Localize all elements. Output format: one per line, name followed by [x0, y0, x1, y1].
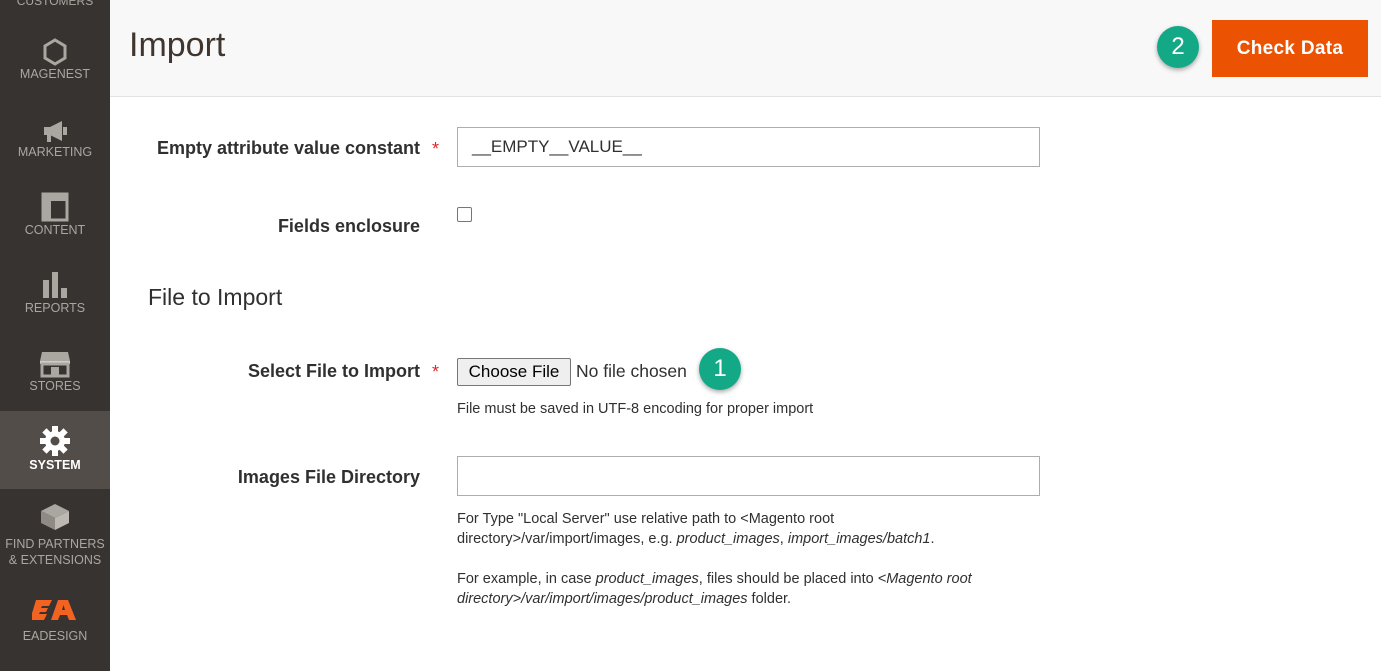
select-file-label: Select File to Import — [247, 361, 420, 381]
sidebar-item-magenest[interactable]: MAGENEST — [0, 30, 110, 96]
sidebar-item-marketing[interactable]: MARKETING — [0, 108, 110, 174]
page-header: Import 2 Check Data — [110, 0, 1381, 97]
utf8-note: File must be saved in UTF-8 encoding for… — [457, 401, 814, 417]
hexagon-icon — [43, 38, 67, 66]
storefront-icon — [40, 352, 70, 378]
sidebar-item-eadesign[interactable]: EADESIGN — [0, 592, 110, 662]
sidebar-item-label: STORES — [29, 379, 81, 393]
eadesign-logo-icon — [32, 600, 76, 620]
sidebar-item-label: EADESIGN — [22, 629, 88, 643]
sidebar-item-label: SYSTEM — [29, 458, 81, 472]
required-asterisk: * — [432, 139, 440, 159]
sidebar-item-label: CONTENT — [24, 223, 86, 237]
sidebar-item-label: & EXTENSIONS — [8, 553, 102, 567]
section-title: File to Import — [148, 284, 283, 310]
sidebar-item-reports[interactable]: REPORTS — [0, 264, 110, 330]
images-dir-note-1: For Type "Local Server" use relative pat… — [457, 511, 935, 547]
empty-attr-input[interactable]: __EMPTY__VALUE__ — [457, 127, 1040, 167]
sidebar-item-stores[interactable]: STORES — [0, 342, 110, 408]
empty-attr-label: Empty attribute value constant — [156, 138, 420, 158]
images-dir-label: Images File Directory — [237, 467, 420, 487]
sidebar-item-content[interactable]: CONTENT — [0, 186, 110, 252]
choose-file-button[interactable]: Choose File — [457, 358, 571, 386]
sidebar-item-find-partners[interactable]: FIND PARTNERS & EXTENSIONS — [0, 498, 110, 578]
blocks-icon — [41, 504, 69, 530]
sidebar-item-label: MAGENEST — [19, 67, 91, 81]
layout-icon — [41, 192, 69, 222]
images-dir-note-2: For example, in case product_images, fil… — [457, 571, 972, 607]
fields-enclosure-label: Fields enclosure — [277, 216, 420, 236]
page-title: Import — [129, 26, 226, 64]
check-data-button[interactable]: Check Data — [1212, 20, 1368, 77]
megaphone-icon — [44, 121, 67, 142]
sidebar-item-label: FIND PARTNERS — [5, 537, 105, 551]
gear-icon — [40, 426, 70, 456]
file-status-text: No file chosen — [576, 361, 687, 381]
sidebar-item-label: REPORTS — [24, 301, 86, 315]
bar-chart-icon — [43, 272, 67, 298]
admin-sidebar: CUSTOMERS MAGENEST MARKETING CONTENT REP… — [0, 0, 110, 671]
required-asterisk: * — [432, 362, 440, 382]
fields-enclosure-checkbox[interactable] — [457, 207, 472, 222]
images-dir-input[interactable] — [457, 456, 1040, 496]
step-badge-1: 1 — [699, 348, 741, 390]
sidebar-item-label: MARKETING — [17, 145, 93, 159]
step-badge-2: 2 — [1157, 26, 1199, 68]
sidebar-item-system[interactable]: SYSTEM — [0, 411, 110, 489]
sidebar-item-label: CUSTOMERS — [16, 0, 94, 8]
sidebar-item-customers[interactable]: CUSTOMERS — [0, 0, 110, 14]
